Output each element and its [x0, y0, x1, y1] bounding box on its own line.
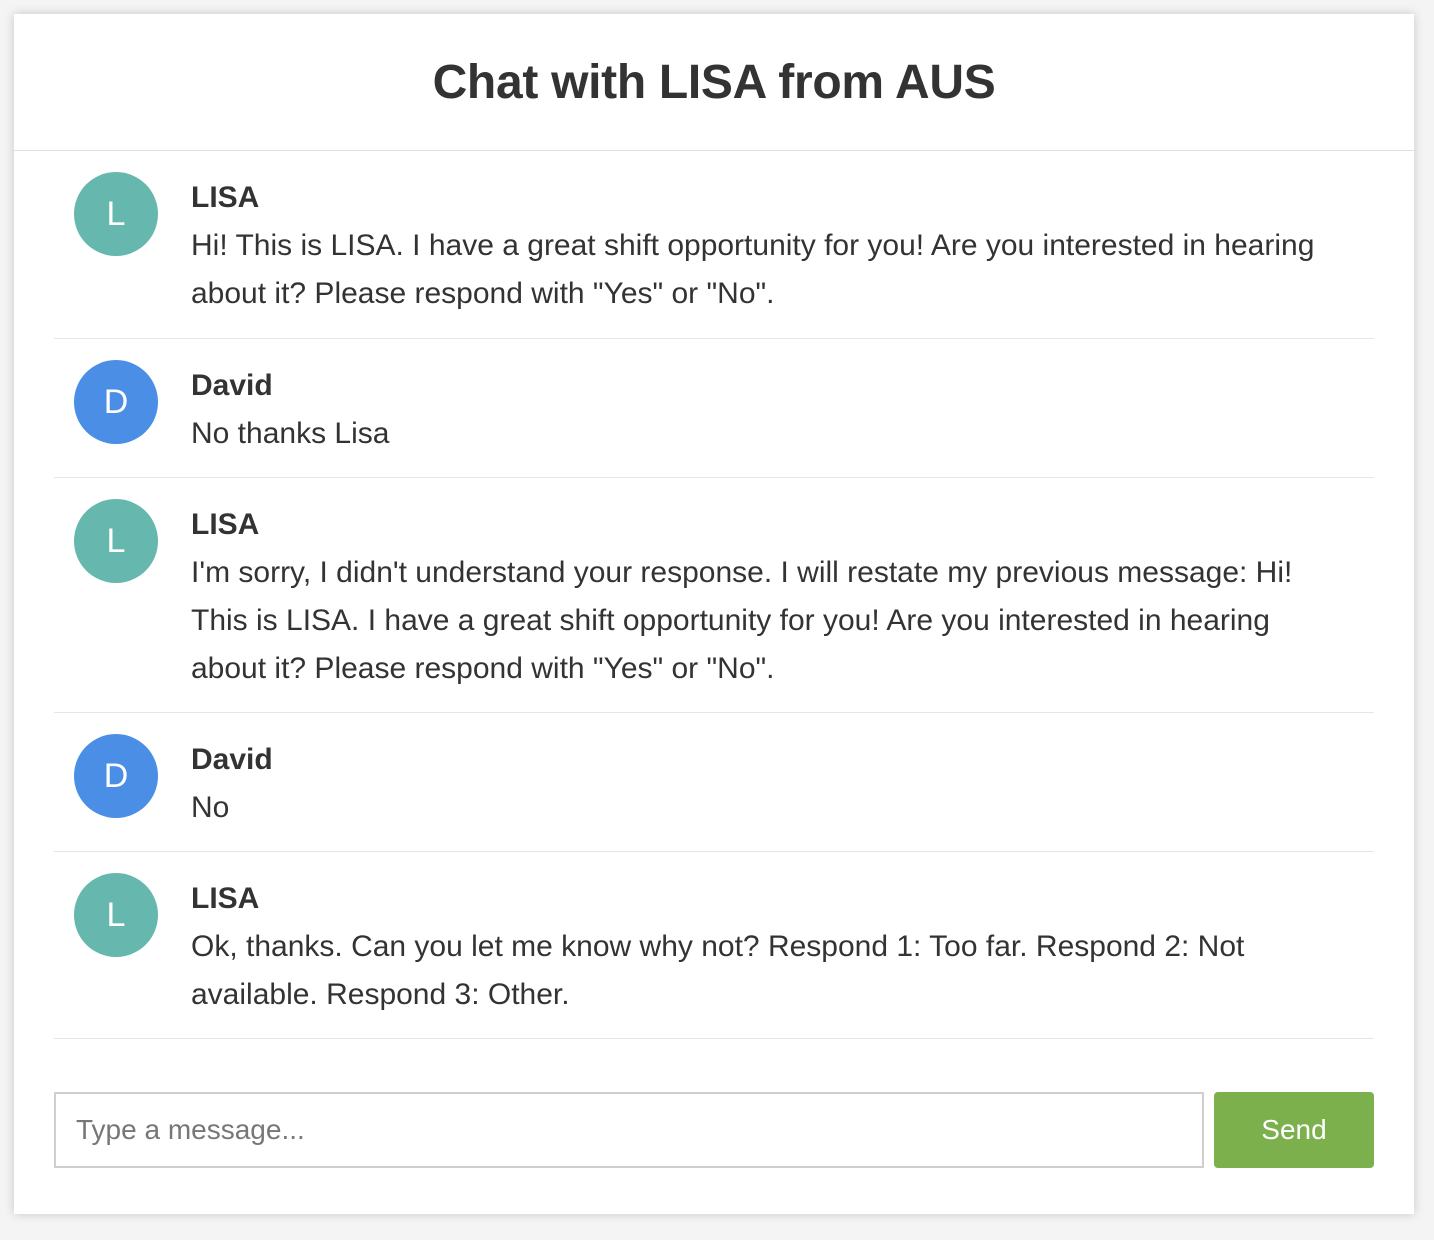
message-item: L LISA Ok, thanks. Can you let me know w… [54, 852, 1374, 1039]
message-composer: Send [54, 1092, 1374, 1168]
send-button[interactable]: Send [1214, 1092, 1374, 1168]
message-text: No [191, 791, 230, 824]
message-sender: David [191, 743, 273, 776]
message-body: David No [191, 734, 1374, 832]
message-body: LISA I'm sorry, I didn't understand your… [191, 499, 1374, 693]
message-sender: LISA [191, 882, 260, 915]
message-item: L LISA Hi! This is LISA. I have a great … [54, 151, 1374, 339]
message-text: Hi! This is LISA. I have a great shift o… [191, 229, 1315, 310]
message-item: D David No [54, 713, 1374, 852]
message-item: D David No thanks Lisa [54, 339, 1374, 478]
avatar-lisa: L [74, 873, 158, 957]
message-body: David No thanks Lisa [191, 360, 1374, 458]
chat-title: Chat with LISA from AUS [432, 55, 996, 109]
avatar-lisa: L [74, 172, 158, 256]
chat-header: Chat with LISA from AUS [14, 14, 1414, 151]
message-body: LISA Hi! This is LISA. I have a great sh… [191, 172, 1374, 318]
message-sender: LISA [191, 181, 260, 214]
message-item: L LISA I'm sorry, I didn't understand yo… [54, 478, 1374, 713]
message-text: I'm sorry, I didn't understand your resp… [191, 556, 1293, 685]
chat-window: Chat with LISA from AUS L LISA Hi! This … [14, 14, 1414, 1214]
message-text: Ok, thanks. Can you let me know why not?… [191, 930, 1245, 1011]
message-text: No thanks Lisa [191, 417, 390, 450]
message-list: L LISA Hi! This is LISA. I have a great … [54, 151, 1374, 1039]
avatar-lisa: L [74, 499, 158, 583]
message-sender: LISA [191, 508, 260, 541]
message-input[interactable] [54, 1092, 1204, 1168]
message-body: LISA Ok, thanks. Can you let me know why… [191, 873, 1374, 1019]
avatar-david: D [74, 734, 158, 818]
avatar-david: D [74, 360, 158, 444]
message-sender: David [191, 369, 273, 402]
